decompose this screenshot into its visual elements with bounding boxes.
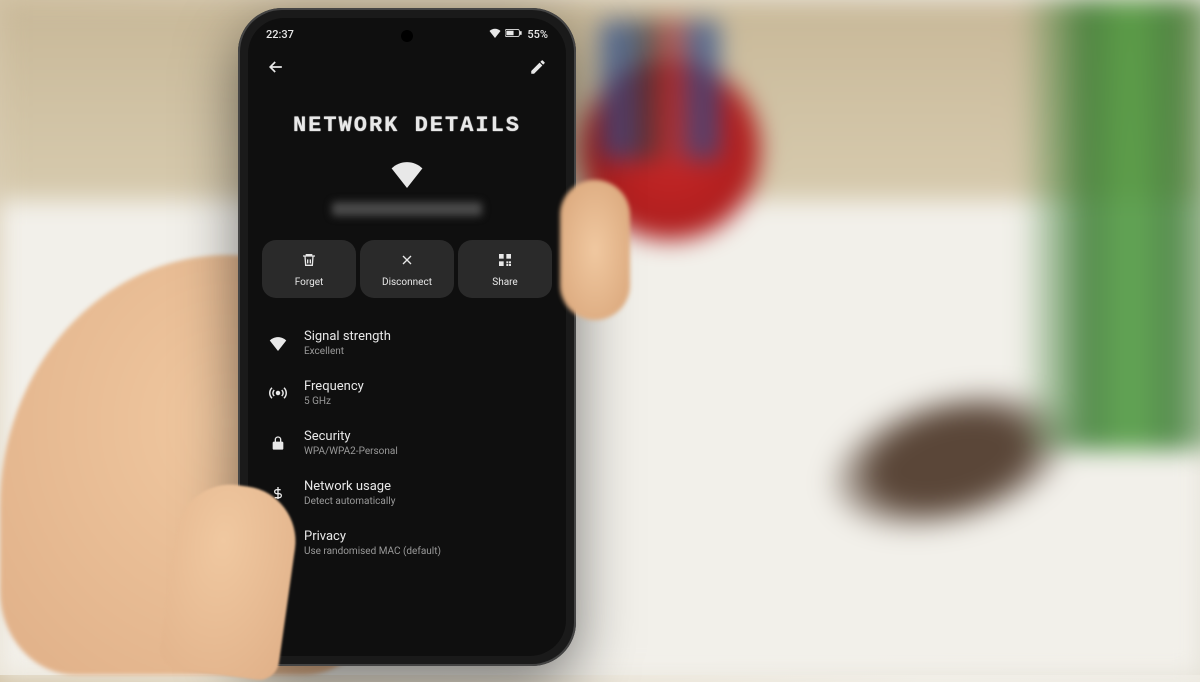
- phone-screen: 22:37 55% NETWORK DETAILS: [248, 18, 566, 656]
- disconnect-label: Disconnect: [382, 277, 432, 288]
- setting-security[interactable]: Security WPA/WPA2-Personal: [262, 418, 552, 468]
- lock-icon: [268, 433, 288, 453]
- battery-icon: [505, 28, 523, 41]
- edit-button[interactable]: [524, 53, 552, 81]
- setting-value: 5 GHz: [304, 396, 364, 407]
- setting-value: Detect automatically: [304, 496, 395, 507]
- network-ssid-redacted: [332, 202, 482, 216]
- action-row: Forget Disconnect Share: [248, 240, 566, 298]
- camera-hole: [401, 30, 413, 42]
- toolbar: [248, 45, 566, 89]
- wifi-hero: [248, 154, 566, 240]
- wifi-status-icon: [489, 28, 501, 41]
- setting-value: WPA/WPA2-Personal: [304, 446, 398, 457]
- antenna-icon: [268, 383, 288, 403]
- share-label: Share: [492, 277, 517, 288]
- setting-label: Network usage: [304, 479, 395, 494]
- setting-value: Use randomised MAC (default): [304, 546, 441, 557]
- battery-percent: 55%: [527, 28, 548, 41]
- wifi-icon: [268, 333, 288, 353]
- page-title: NETWORK DETAILS: [248, 89, 566, 154]
- setting-label: Privacy: [304, 529, 441, 544]
- qr-icon: [497, 252, 513, 271]
- forget-button[interactable]: Forget: [262, 240, 356, 298]
- disconnect-button[interactable]: Disconnect: [360, 240, 454, 298]
- back-button[interactable]: [262, 53, 290, 81]
- close-icon: [399, 252, 415, 271]
- setting-frequency[interactable]: Frequency 5 GHz: [262, 368, 552, 418]
- forget-label: Forget: [295, 277, 324, 288]
- settings-list: Signal strength Excellent Frequency 5 GH…: [248, 298, 566, 568]
- setting-label: Signal strength: [304, 329, 391, 344]
- finger: [560, 180, 630, 320]
- setting-network-usage[interactable]: Network usage Detect automatically: [262, 468, 552, 518]
- share-button[interactable]: Share: [458, 240, 552, 298]
- setting-signal-strength[interactable]: Signal strength Excellent: [262, 318, 552, 368]
- setting-privacy[interactable]: Privacy Use randomised MAC (default): [262, 518, 552, 568]
- trash-icon: [301, 252, 317, 271]
- setting-label: Frequency: [304, 379, 364, 394]
- wifi-icon: [390, 160, 424, 192]
- setting-value: Excellent: [304, 346, 391, 357]
- status-time: 22:37: [266, 28, 294, 41]
- setting-label: Security: [304, 429, 398, 444]
